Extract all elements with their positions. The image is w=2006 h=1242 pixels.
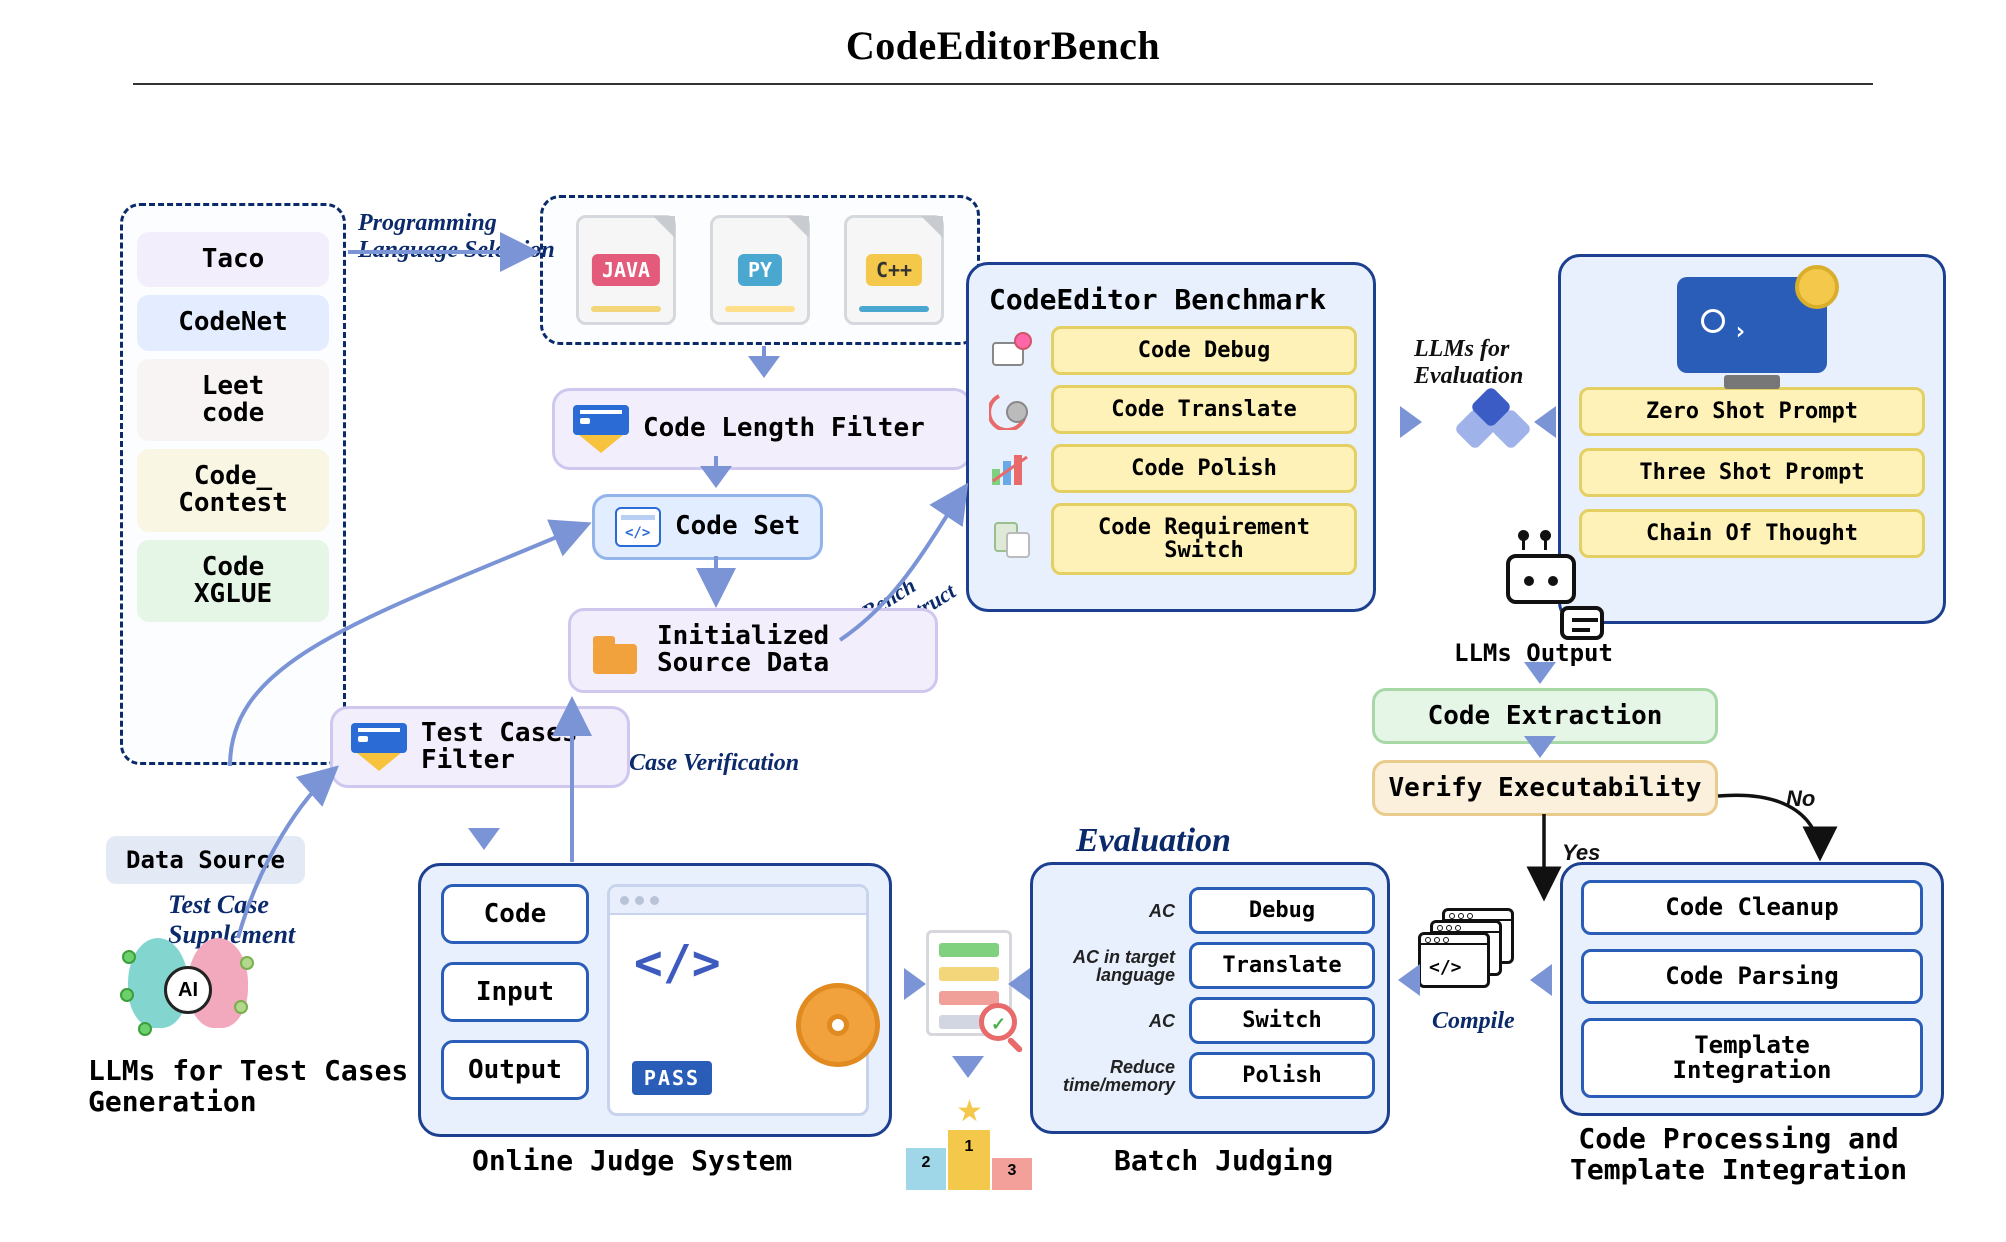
filter-label: Code Length Filter (643, 415, 925, 442)
podium-icon: ★ 2 1 3 (904, 1100, 1034, 1190)
batch-debug: Debug (1189, 887, 1375, 934)
code-window-icon: </> (615, 507, 661, 547)
ds-codexglue: Code XGLUE (137, 540, 329, 623)
title-rule (133, 83, 1873, 85)
proc-cleanup: Code Cleanup (1581, 880, 1923, 935)
source-data-node: Initialized Source Data (568, 608, 938, 693)
batch-judging-panel: AC Debug AC in target languageTranslate A… (1030, 862, 1390, 1134)
connector-icon (1460, 392, 1526, 450)
file-cpp-icon: C++ (844, 215, 944, 325)
batch-note: AC in target language (1045, 948, 1181, 984)
edge-lang-select: Programming Language Selection (358, 210, 555, 264)
prompt-three-shot: Three Shot Prompt (1579, 448, 1925, 497)
ojs-output: Output (441, 1040, 589, 1100)
benchmark-panel: CodeEditor Benchmark Code Debug Code Tra… (966, 262, 1376, 612)
edge-llms-eval: LLMs for Evaluation (1414, 336, 1523, 390)
data-source-label: Data Source (106, 836, 305, 884)
data-sources-panel: Taco CodeNet Leet code Code_ Contest Cod… (120, 203, 346, 765)
arrow-right-icon (904, 968, 926, 1000)
code-length-filter: Code Length Filter (552, 388, 972, 470)
ai-caption: LLMs for Test Cases Generation (88, 1056, 408, 1118)
robot-icon (1486, 540, 1596, 650)
batch-title: Batch Judging (1114, 1144, 1333, 1177)
prompt-zero-shot: Zero Shot Prompt (1579, 387, 1925, 436)
source-data-label: Initialized Source Data (657, 623, 829, 678)
arrow-left-icon (1534, 406, 1556, 438)
browser-pass-icon: </> PASS (607, 884, 869, 1116)
ds-codenet: CodeNet (137, 295, 329, 350)
proc-template: Template Integration (1581, 1018, 1923, 1098)
funnel-icon (573, 401, 629, 457)
translate-icon (985, 386, 1039, 434)
online-judge-panel: Code Input Output </> PASS (418, 863, 892, 1137)
arrow-left-icon (1398, 964, 1420, 996)
edge-compile: Compile (1432, 1008, 1515, 1035)
file-java-icon: JAVA (576, 215, 676, 325)
ojs-code: Code (441, 884, 589, 944)
prompts-panel: › Zero Shot Prompt Three Shot Prompt Cha… (1558, 254, 1946, 624)
batch-note: AC (1045, 902, 1181, 920)
ds-code-contest: Code_ Contest (137, 449, 329, 532)
arrow-down-icon (748, 356, 780, 378)
batch-switch: Switch (1189, 997, 1375, 1044)
batch-note: Reduce time/memory (1045, 1058, 1181, 1094)
proc-parsing: Code Parsing (1581, 949, 1923, 1004)
star-icon: ★ (956, 1094, 983, 1129)
evaluation-label: Evaluation (1076, 822, 1231, 860)
benchmark-title: CodeEditor Benchmark (989, 283, 1353, 316)
switch-icon (985, 515, 1039, 563)
ds-leetcode: Leet code (137, 359, 329, 442)
languages-panel: JAVA PY C++ (540, 195, 980, 345)
bench-switch: Code Requirement Switch (1051, 503, 1357, 575)
checklist-icon: ✓ (926, 930, 1012, 1036)
bench-translate: Code Translate (1051, 385, 1357, 434)
processing-panel: Code Cleanup Code Parsing Template Integ… (1560, 862, 1944, 1116)
file-python-icon: PY (710, 215, 810, 325)
code-set-node: </> Code Set (592, 494, 823, 560)
page-title: CodeEditorBench (0, 0, 2006, 69)
edge-no: No (1786, 786, 1815, 812)
gear-icon (796, 983, 880, 1067)
bug-icon (985, 327, 1039, 375)
batch-note: AC (1045, 1012, 1181, 1030)
ds-taco: Taco (137, 232, 329, 287)
funnel-icon (351, 719, 407, 775)
monitor-gear-icon: › (1677, 277, 1827, 373)
bench-debug: Code Debug (1051, 326, 1357, 375)
code-set-label: Code Set (675, 513, 800, 540)
arrow-down-icon (952, 1056, 984, 1078)
pass-badge: PASS (632, 1061, 712, 1095)
bench-polish: Code Polish (1051, 444, 1357, 493)
arrow-left-icon (1530, 964, 1552, 996)
folder-tree-icon (591, 626, 643, 674)
arrow-down-icon (468, 828, 500, 850)
arrow-right-icon (1400, 406, 1422, 438)
diagram-root: { "title": "CodeEditorBench", "data_sour… (0, 0, 2006, 1242)
arrow-down-icon (1524, 736, 1556, 758)
verify-exec-node: Verify Executability (1372, 760, 1718, 816)
arrow-down-icon (700, 466, 732, 488)
terminal-stack-icon: </> (1418, 908, 1518, 992)
polish-icon (985, 445, 1039, 493)
ai-brain-icon: AI (118, 930, 258, 1050)
test-cases-filter: Test Cases Filter (330, 706, 630, 788)
filter-label: Test Cases Filter (421, 720, 578, 775)
prompt-cot: Chain Of Thought (1579, 509, 1925, 558)
ojs-title: Online Judge System (472, 1144, 792, 1177)
arrow-down-icon (1524, 662, 1556, 684)
arrow-left-icon (1008, 968, 1030, 1000)
batch-polish: Polish (1189, 1052, 1375, 1099)
ojs-input: Input (441, 962, 589, 1022)
batch-translate: Translate (1189, 942, 1375, 989)
magnifier-check-icon: ✓ (979, 1003, 1017, 1041)
processing-title: Code Processing and Template Integration (1570, 1124, 1907, 1186)
